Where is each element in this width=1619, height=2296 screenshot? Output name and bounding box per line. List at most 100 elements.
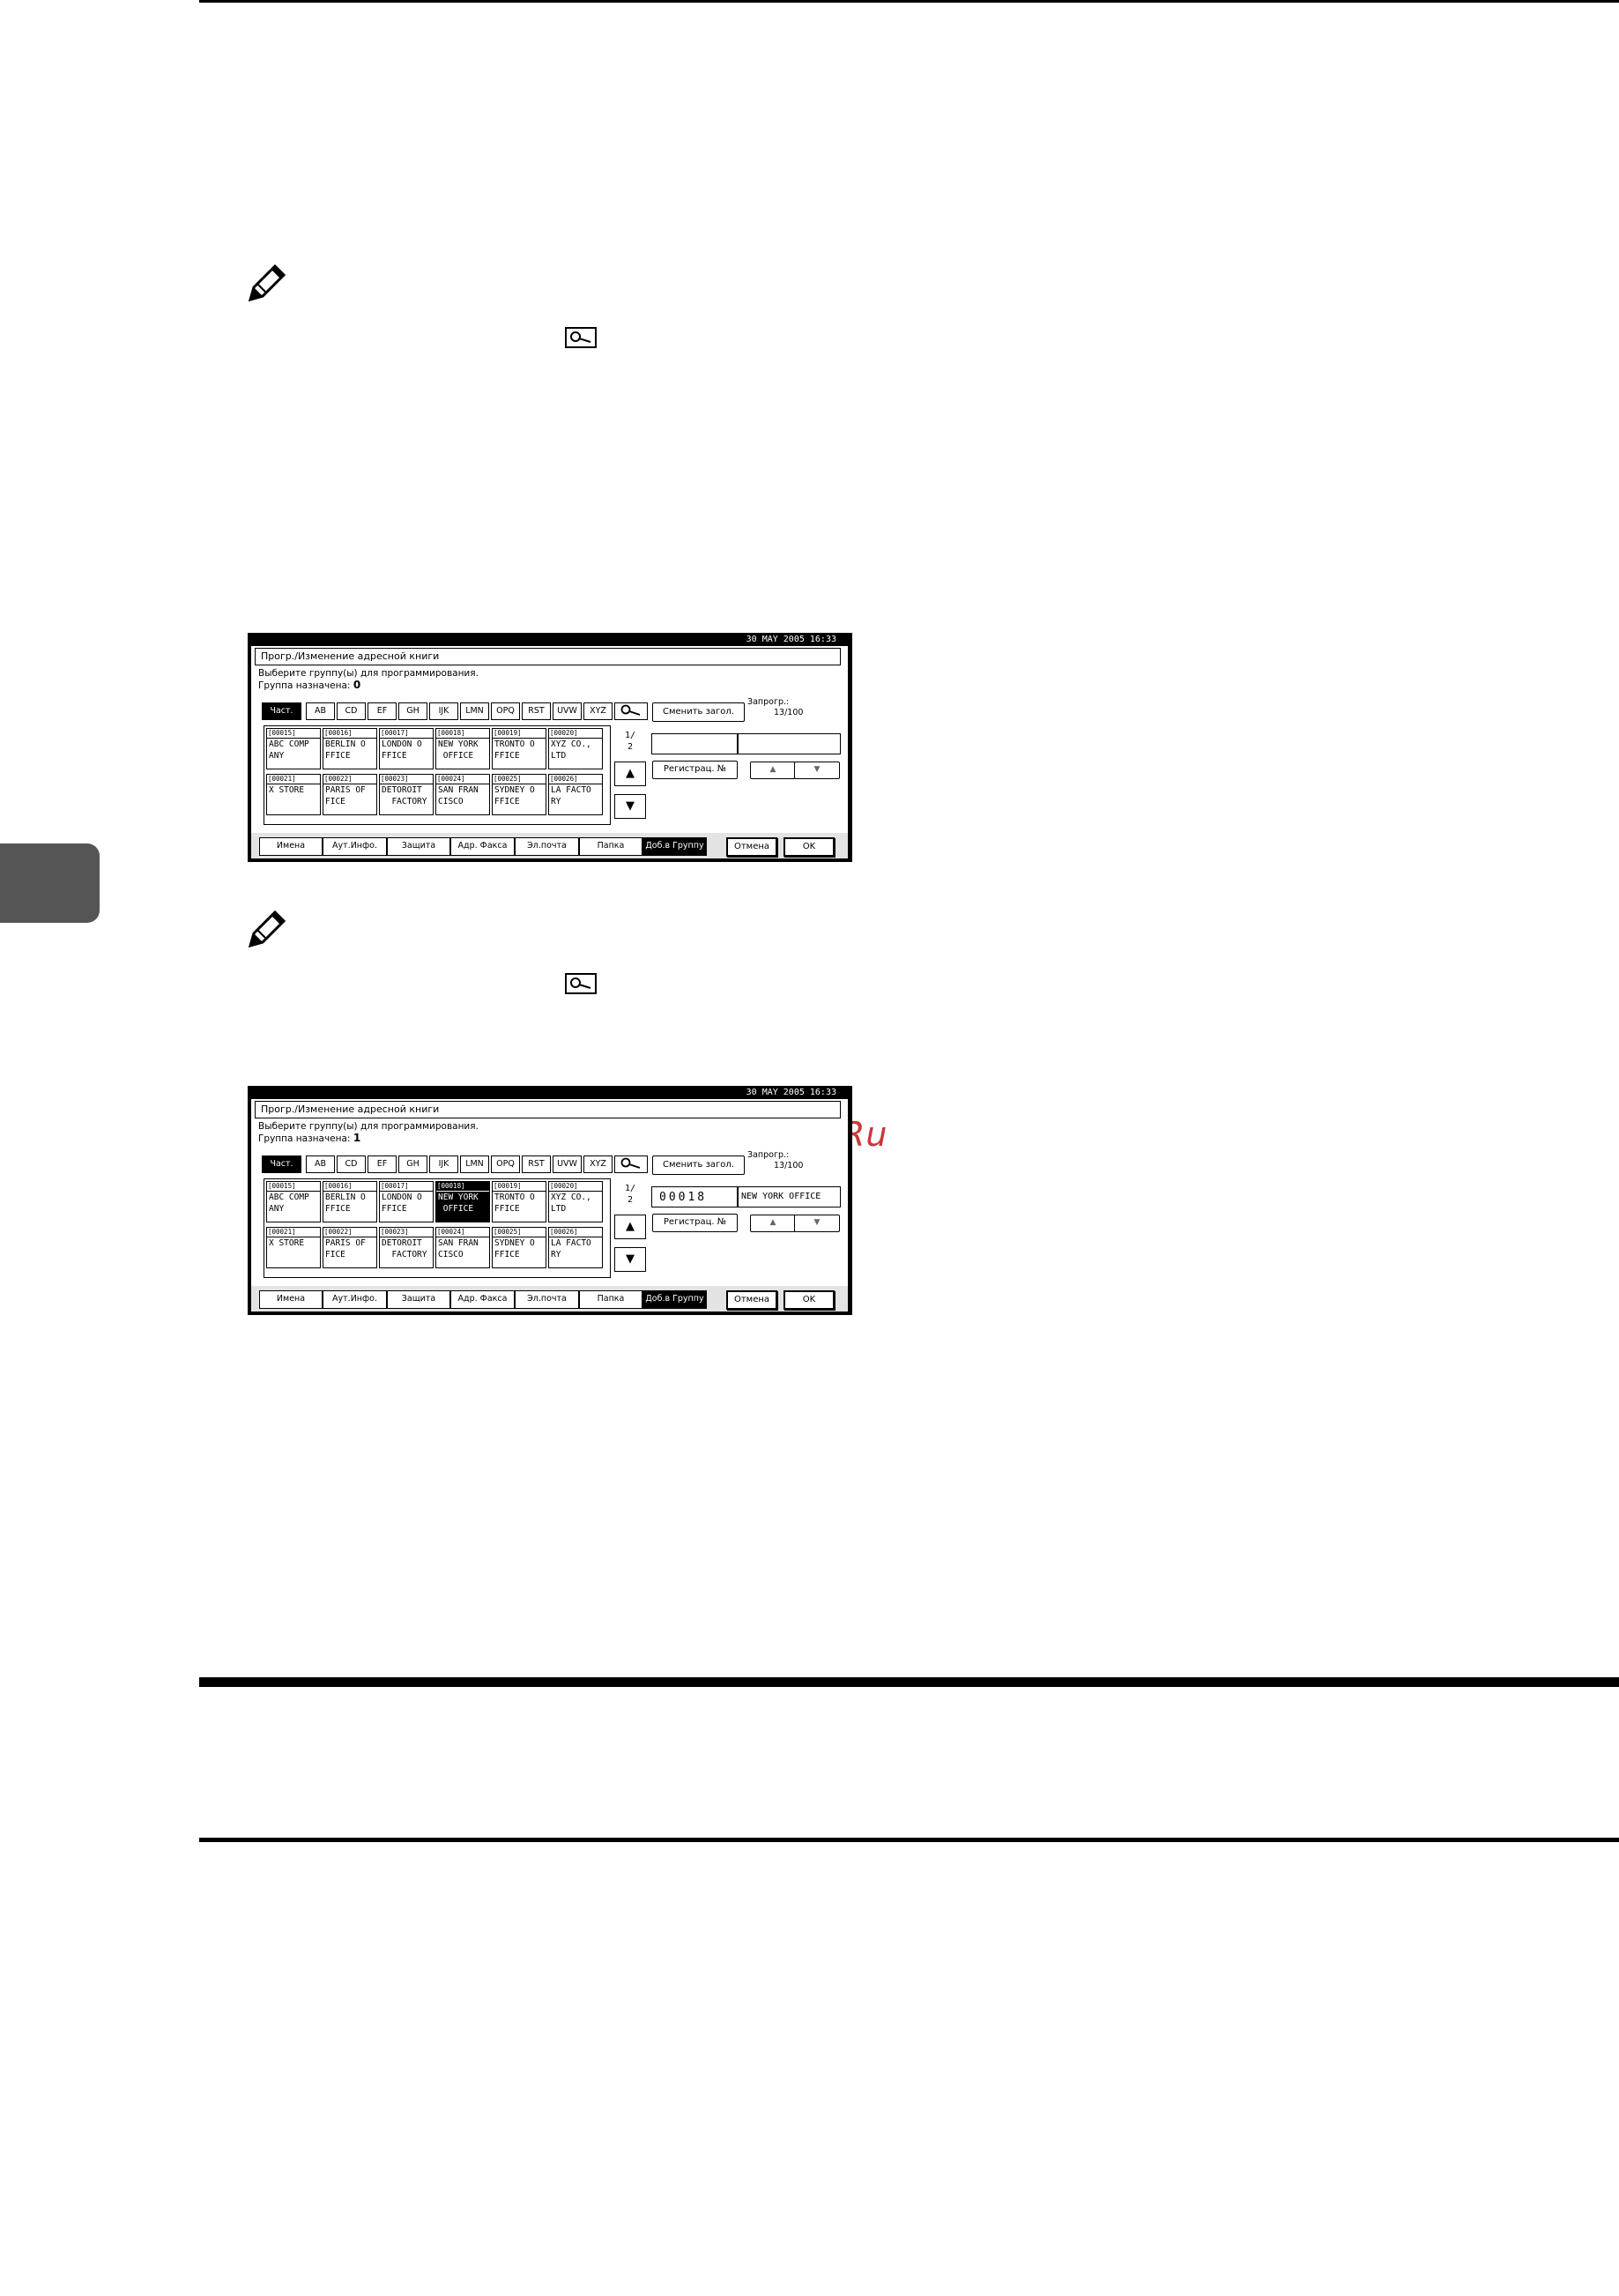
tab-email[interactable]: Эл.почта xyxy=(515,837,579,856)
tab-ab[interactable]: AB xyxy=(306,1155,335,1173)
cancel-button[interactable]: Отмена xyxy=(726,1290,777,1310)
destination-entry[interactable]: [00016] BERLIN O FFICE xyxy=(323,1181,377,1222)
page-down-button[interactable]: ▼ xyxy=(614,794,646,819)
destination-entry[interactable]: [00024] SAN FRAN CISCO xyxy=(435,774,490,815)
tab-auth-info[interactable]: Аут.Инфо. xyxy=(323,1290,387,1309)
quota-label: Запрогр.: xyxy=(747,697,790,707)
entry-name-line2: FFICE xyxy=(325,1204,351,1214)
tab-rst[interactable]: RST xyxy=(522,1155,551,1173)
cancel-button[interactable]: Отмена xyxy=(726,837,777,857)
destination-entry[interactable]: [00018] NEW YORK OFFICE xyxy=(435,728,490,769)
destination-entry[interactable]: [00019] TRONTO O FFICE xyxy=(492,728,546,769)
field-divider xyxy=(737,734,739,754)
search-button[interactable] xyxy=(614,702,648,720)
tab-cd[interactable]: CD xyxy=(337,1155,366,1173)
destination-entry[interactable]: [00017] LONDON O FFICE xyxy=(379,1181,434,1222)
entry-number: [00024] xyxy=(436,775,489,784)
small-down-button[interactable]: ▼ xyxy=(794,762,840,779)
entry-number: [00021] xyxy=(267,1228,320,1237)
page-indicator-total: 2 xyxy=(627,1195,634,1205)
tab-add-to-group[interactable]: Доб.в Группу xyxy=(642,1290,707,1309)
tab-protection[interactable]: Защита xyxy=(387,837,450,856)
destination-entry[interactable]: [00015] ABC COMP ANY xyxy=(266,728,321,769)
tab-opq[interactable]: OPQ xyxy=(491,702,520,720)
page-up-button[interactable]: ▲ xyxy=(614,762,646,786)
tab-ab[interactable]: AB xyxy=(306,702,335,720)
tab-ef[interactable]: EF xyxy=(368,1155,397,1173)
tab-xyz[interactable]: XYZ xyxy=(583,702,613,720)
destination-entry[interactable]: [00025] SYDNEY O FFICE xyxy=(492,1227,546,1268)
entry-name-line1: X STORE xyxy=(269,1238,305,1248)
tab-folder[interactable]: Папка xyxy=(579,837,642,856)
tab-email[interactable]: Эл.почта xyxy=(515,1290,579,1309)
destination-entry[interactable]: [00021] X STORE xyxy=(266,774,321,815)
small-up-button[interactable]: ▲ xyxy=(750,762,796,779)
tab-uvw[interactable]: UVW xyxy=(553,702,582,720)
registration-number-button[interactable]: Регистрац. № xyxy=(652,761,738,779)
tab-fax-address[interactable]: Адр. Факса xyxy=(450,837,515,856)
tab-gh[interactable]: GH xyxy=(398,1155,427,1173)
page-up-button[interactable]: ▲ xyxy=(614,1215,646,1239)
destination-entry[interactable]: [00021] X STORE xyxy=(266,1227,321,1268)
tab-ijk[interactable]: IJK xyxy=(429,702,458,720)
ok-button[interactable]: OK xyxy=(784,1290,835,1310)
change-title-button[interactable]: Сменить загол. xyxy=(652,702,745,722)
destination-entry-selected[interactable]: [00018] NEW YORK OFFICE xyxy=(435,1181,490,1222)
destination-entry[interactable]: [00022] PARIS OF FICE xyxy=(323,774,377,815)
destination-entry[interactable]: [00015] ABC COMP ANY xyxy=(266,1181,321,1222)
destination-entry[interactable]: [00020] XYZ CO., LTD xyxy=(548,1181,603,1222)
page-indicator: 1/2 xyxy=(615,730,645,753)
tab-lmn[interactable]: LMN xyxy=(460,702,489,720)
tab-gh[interactable]: GH xyxy=(398,702,427,720)
tab-frequent[interactable]: Част. xyxy=(262,1155,301,1173)
tab-add-to-group[interactable]: Доб.в Группу xyxy=(642,837,707,856)
panel-screen: Прогр./Изменение адресной книги Выберите… xyxy=(251,1099,848,1311)
destination-entry[interactable]: [00017] LONDON O FFICE xyxy=(379,728,434,769)
tab-uvw[interactable]: UVW xyxy=(553,1155,582,1173)
tab-fax-address[interactable]: Адр. Факса xyxy=(450,1290,515,1309)
destination-entry[interactable]: [00023] DETOROIT FACTORY xyxy=(379,774,434,815)
page-down-button[interactable]: ▼ xyxy=(614,1247,646,1272)
section-rule-thick xyxy=(199,1677,1619,1687)
small-up-button[interactable]: ▲ xyxy=(750,1215,796,1232)
destination-entry[interactable]: [00024] SAN FRAN CISCO xyxy=(435,1227,490,1268)
instruction-text: Выберите группу(ы) для программирования. xyxy=(258,668,479,679)
change-title-button[interactable]: Сменить загол. xyxy=(652,1155,745,1175)
clock: 30 MAY 2005 16:33 xyxy=(746,1088,836,1097)
quota-value: 13/100 xyxy=(774,708,804,717)
entry-name-line1: LONDON O xyxy=(382,739,422,749)
destination-entry[interactable]: [00016] BERLIN O FFICE xyxy=(323,728,377,769)
tab-names[interactable]: Имена xyxy=(259,837,323,856)
destination-entry[interactable]: [00019] TRONTO O FFICE xyxy=(492,1181,546,1222)
tab-names[interactable]: Имена xyxy=(259,1290,323,1309)
tab-rst[interactable]: RST xyxy=(522,702,551,720)
destination-entry[interactable]: [00023] DETOROIT FACTORY xyxy=(379,1227,434,1268)
destination-entry[interactable]: [00022] PARIS OF FICE xyxy=(323,1227,377,1268)
tab-cd[interactable]: CD xyxy=(337,702,366,720)
assigned-count: 0 xyxy=(353,679,361,691)
destination-entry[interactable]: [00025] SYDNEY O FFICE xyxy=(492,774,546,815)
search-key-icon xyxy=(565,327,597,348)
destination-field: 00018 NEW YORK OFFICE xyxy=(651,1186,841,1207)
tab-xyz[interactable]: XYZ xyxy=(583,1155,613,1173)
search-button[interactable] xyxy=(614,1155,648,1173)
tab-lmn[interactable]: LMN xyxy=(460,1155,489,1173)
tab-ef[interactable]: EF xyxy=(368,702,397,720)
destination-entry[interactable]: [00026] LA FACTO RY xyxy=(548,774,603,815)
tab-folder[interactable]: Папка xyxy=(579,1290,642,1309)
tab-auth-info[interactable]: Аут.Инфо. xyxy=(323,837,387,856)
destination-grid: [00015] ABC COMP ANY [00016] BERLIN O FFICE … xyxy=(264,725,611,825)
small-down-button[interactable]: ▼ xyxy=(794,1215,840,1232)
entry-name-line1: NEW YORK xyxy=(438,739,479,749)
destination-code: 00018 xyxy=(659,1191,708,1204)
entry-number: [00015] xyxy=(267,729,320,739)
entry-name-line1: NEW YORK xyxy=(438,1193,479,1202)
destination-entry[interactable]: [00026] LA FACTO RY xyxy=(548,1227,603,1268)
tab-protection[interactable]: Защита xyxy=(387,1290,450,1309)
tab-frequent[interactable]: Част. xyxy=(262,702,301,720)
tab-opq[interactable]: OPQ xyxy=(491,1155,520,1173)
tab-ijk[interactable]: IJK xyxy=(429,1155,458,1173)
ok-button[interactable]: OK xyxy=(784,837,835,857)
destination-entry[interactable]: [00020] XYZ CO., LTD xyxy=(548,728,603,769)
registration-number-button[interactable]: Регистрац. № xyxy=(652,1214,738,1232)
